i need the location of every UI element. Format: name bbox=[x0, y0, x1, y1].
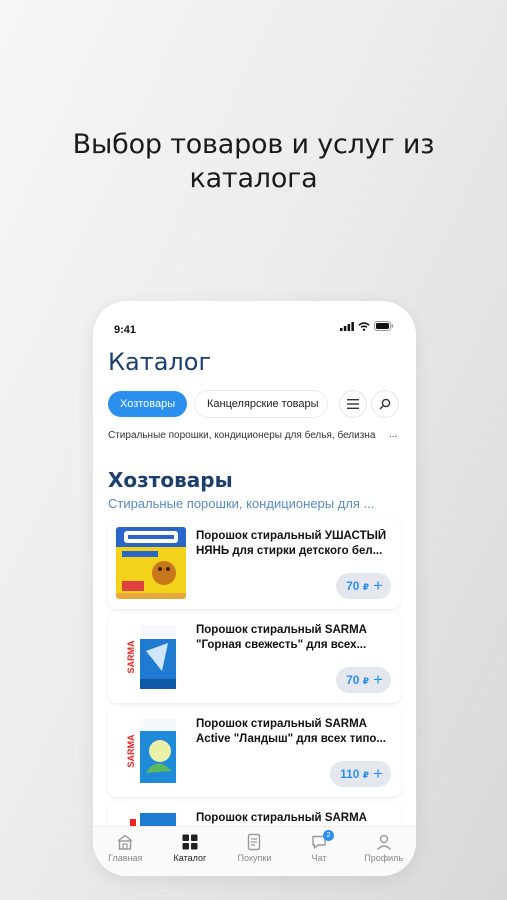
add-to-cart-button[interactable]: 70 ₽ + bbox=[336, 573, 391, 599]
section-subtitle[interactable]: Стиральные порошки, кондиционеры для ... bbox=[108, 496, 403, 511]
product-name: Порошок стиральный SARMA "Горная свежест… bbox=[196, 624, 367, 651]
menu-button[interactable] bbox=[340, 391, 366, 417]
phone-mockup: 9:41 Каталог Хозтовары Канцелярские това… bbox=[93, 301, 416, 876]
chat-badge: 2 bbox=[323, 830, 335, 841]
promo-headline-line2: каталога bbox=[189, 163, 318, 194]
svg-text:SARMA: SARMA bbox=[126, 734, 136, 767]
profile-icon bbox=[376, 834, 391, 850]
chip-household[interactable]: Хозтовары bbox=[108, 391, 188, 417]
plus-icon: + bbox=[373, 670, 383, 689]
tab-catalog[interactable]: Каталог bbox=[160, 833, 220, 876]
tab-home[interactable]: Главная bbox=[95, 833, 155, 876]
tab-label: Профиль bbox=[364, 853, 404, 863]
tab-chat[interactable]: 2 Чат bbox=[289, 830, 349, 876]
tab-label: Покупки bbox=[237, 853, 272, 863]
product-price: 70 bbox=[346, 673, 360, 687]
signal-icon bbox=[340, 321, 354, 331]
battery-icon bbox=[374, 321, 394, 331]
subcategories-line[interactable]: Стиральные порошки, кондиционеры для бел… bbox=[108, 430, 388, 441]
status-bar: 9:41 bbox=[114, 320, 394, 336]
search-button[interactable] bbox=[372, 391, 398, 417]
tab-profile[interactable]: Профиль bbox=[354, 833, 414, 876]
plus-icon: + bbox=[373, 576, 383, 595]
wifi-icon bbox=[358, 321, 370, 331]
category-chips: Хозтовары Канцелярские товары bbox=[108, 391, 406, 419]
tab-label: Главная bbox=[108, 853, 143, 863]
product-name: Порошок стиральный УШАСТЫЙ НЯНЬ для стир… bbox=[196, 530, 387, 557]
grid-icon bbox=[182, 834, 198, 850]
product-image: SARMA bbox=[116, 715, 186, 787]
bottom-tab-bar: Главная Каталог Покупки 2 Чат Профиль bbox=[93, 826, 416, 876]
tab-purchases[interactable]: Покупки bbox=[224, 833, 284, 876]
product-card[interactable]: SARMA Порошок стиральный SARMA "Горная с… bbox=[108, 613, 401, 703]
currency-symbol: ₽ bbox=[362, 676, 370, 686]
tab-label: Каталог bbox=[173, 853, 207, 863]
add-to-cart-button[interactable]: 110 ₽ + bbox=[330, 761, 391, 787]
product-price: 70 bbox=[346, 579, 360, 593]
tab-label: Чат bbox=[311, 853, 327, 863]
product-image: SARMA bbox=[116, 621, 186, 693]
home-icon bbox=[117, 834, 133, 850]
currency-symbol: ₽ bbox=[362, 582, 370, 592]
promo-headline-line1: Выбор товаров и услуг из bbox=[72, 129, 435, 160]
chip-stationery[interactable]: Канцелярские товары bbox=[195, 391, 327, 417]
page-title: Каталог bbox=[108, 348, 212, 376]
svg-text:SARMA: SARMA bbox=[126, 640, 136, 673]
product-price: 110 bbox=[340, 767, 360, 781]
menu-icon bbox=[347, 399, 359, 409]
receipt-icon bbox=[248, 833, 261, 851]
add-to-cart-button[interactable]: 70 ₽ + bbox=[336, 667, 391, 693]
promo-headline: Выбор товаров и услуг из каталога bbox=[0, 128, 507, 196]
product-card[interactable]: SARMA Порошок стиральный SARMA Active "Л… bbox=[108, 707, 401, 797]
currency-symbol: ₽ bbox=[362, 770, 370, 780]
product-image bbox=[116, 527, 186, 599]
search-icon bbox=[379, 398, 391, 410]
plus-icon: + bbox=[373, 764, 383, 783]
product-list: Порошок стиральный УШАСТЫЙ НЯНЬ для стир… bbox=[108, 519, 401, 876]
product-name: Порошок стиральный SARMA Active "Ландыш"… bbox=[196, 718, 386, 745]
section-title: Хозтовары bbox=[108, 468, 233, 492]
status-time: 9:41 bbox=[114, 324, 137, 336]
more-subcategories[interactable]: ... bbox=[389, 429, 397, 440]
product-card[interactable]: Порошок стиральный УШАСТЫЙ НЯНЬ для стир… bbox=[108, 519, 401, 609]
